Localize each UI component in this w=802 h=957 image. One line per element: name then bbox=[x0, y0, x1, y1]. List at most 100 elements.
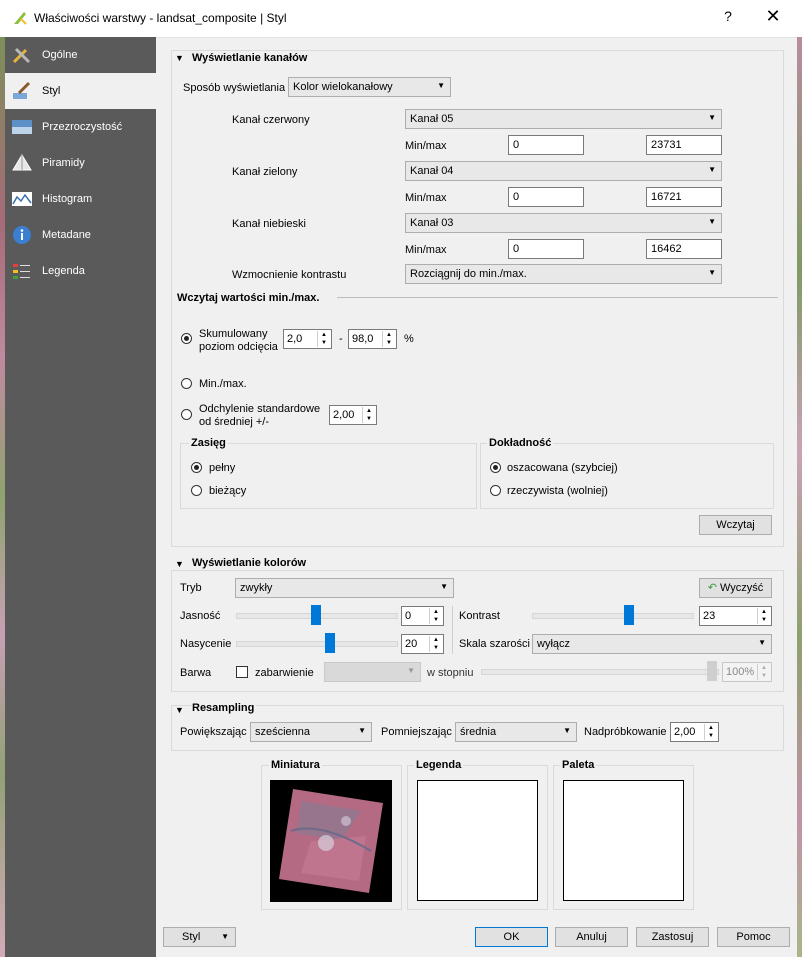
extent-full-label: pełny bbox=[209, 462, 236, 474]
spin-buttons[interactable]: ▲ ▼ bbox=[429, 608, 442, 624]
blend-mode-combo[interactable]: zwykły ▼ bbox=[235, 578, 454, 598]
ok-button[interactable]: OK bbox=[475, 927, 548, 947]
extent-title: Zasięg bbox=[189, 437, 228, 449]
chevron-down-icon: ▼ bbox=[708, 268, 716, 277]
style-menu-button[interactable]: Styl ▼ bbox=[163, 927, 236, 947]
minmax-option-label: Min./max. bbox=[199, 378, 247, 390]
render-type-value: Kolor wielokanałowy bbox=[293, 81, 393, 93]
green-max-input[interactable]: 16721 bbox=[646, 187, 722, 207]
saturation-slider-handle[interactable] bbox=[325, 633, 335, 653]
spin-up-icon: ▲ bbox=[433, 609, 439, 615]
extent-current-radio[interactable] bbox=[191, 485, 202, 496]
help-title-button[interactable]: ? bbox=[718, 8, 738, 24]
spin-buttons[interactable]: ▲ ▼ bbox=[317, 331, 330, 347]
legend-preview bbox=[417, 780, 538, 901]
strength-slider-handle[interactable] bbox=[707, 661, 717, 681]
oversampling-spinbox[interactable]: 2,00 ▲ ▼ bbox=[670, 722, 719, 742]
sidebar-item-label: Piramidy bbox=[42, 157, 85, 169]
stddev-radio[interactable] bbox=[181, 409, 192, 420]
blue-band-combo[interactable]: Kanał 03 ▼ bbox=[405, 213, 722, 233]
help-button[interactable]: Pomoc bbox=[717, 927, 790, 947]
sidebar-item-pyramids[interactable]: Piramidy bbox=[5, 145, 156, 181]
zoomout-combo[interactable]: średnia ▼ bbox=[455, 722, 577, 742]
render-type-combo[interactable]: Kolor wielokanałowy ▼ bbox=[288, 77, 451, 97]
accuracy-estimate-radio[interactable] bbox=[490, 462, 501, 473]
zoomin-combo[interactable]: sześcienna ▼ bbox=[250, 722, 372, 742]
cumulative-cut-radio[interactable] bbox=[181, 333, 192, 344]
spin-buttons[interactable]: ▲ ▼ bbox=[757, 664, 770, 680]
collapse-triangle-icon[interactable]: ▼ bbox=[175, 705, 184, 715]
blue-band-value: Kanał 03 bbox=[410, 217, 454, 229]
stddev-spinbox[interactable]: 2,00 ▲ ▼ bbox=[329, 405, 377, 425]
accuracy-actual-radio[interactable] bbox=[490, 485, 501, 496]
red-max-input[interactable]: 23731 bbox=[646, 135, 722, 155]
cumulative-low-spinbox[interactable]: 2,0 ▲ ▼ bbox=[283, 329, 332, 349]
sidebar-item-general[interactable]: Ogólne bbox=[5, 37, 156, 73]
saturation-slider-track[interactable] bbox=[236, 641, 398, 647]
percent-sign: % bbox=[404, 333, 414, 345]
contrast-enhancement-value: Rozciągnij do min./max. bbox=[410, 268, 527, 280]
spin-down-icon: ▼ bbox=[761, 673, 767, 679]
oversampling-label: Nadpróbkowanie bbox=[584, 726, 667, 738]
zoomin-label: Powiększając bbox=[180, 726, 247, 738]
satellite-thumbnail-icon bbox=[279, 789, 383, 893]
chevron-down-icon: ▼ bbox=[437, 81, 445, 90]
spin-up-icon: ▲ bbox=[433, 637, 439, 643]
colorize-color-button[interactable]: ▼ bbox=[324, 662, 421, 682]
saturation-spinbox[interactable]: 20 ▲ ▼ bbox=[401, 634, 444, 654]
spin-down-icon: ▼ bbox=[433, 617, 439, 623]
spin-up-icon: ▲ bbox=[761, 609, 767, 615]
grayscale-combo[interactable]: wyłącz ▼ bbox=[532, 634, 772, 654]
sidebar-item-histogram[interactable]: Histogram bbox=[5, 181, 156, 217]
sidebar-item-transparency[interactable]: Przezroczystość bbox=[5, 109, 156, 145]
title-bar: Właściwości warstwy - landsat_composite … bbox=[0, 0, 802, 38]
red-min-input[interactable]: 0 bbox=[508, 135, 584, 155]
strength-slider-track[interactable] bbox=[481, 669, 719, 675]
spin-up-icon: ▲ bbox=[761, 665, 767, 671]
spin-buttons[interactable]: ▲ ▼ bbox=[757, 608, 770, 624]
accuracy-estimate-label: oszacowana (szybciej) bbox=[507, 462, 618, 474]
reset-button[interactable]: ↶ Wyczyść bbox=[699, 578, 772, 598]
sidebar-item-legend[interactable]: Legenda bbox=[5, 253, 156, 289]
spin-buttons[interactable]: ▲ ▼ bbox=[382, 331, 395, 347]
tools-icon bbox=[12, 47, 31, 64]
accuracy-group bbox=[480, 443, 774, 509]
accuracy-actual-label: rzeczywista (wolniej) bbox=[507, 485, 608, 497]
collapse-triangle-icon[interactable]: ▼ bbox=[175, 53, 184, 63]
blue-max-input[interactable]: 16462 bbox=[646, 239, 722, 259]
sidebar-item-metadata[interactable]: Metadane bbox=[5, 217, 156, 253]
brightness-spinbox[interactable]: 0 ▲ ▼ bbox=[401, 606, 444, 626]
red-band-combo[interactable]: Kanał 05 ▼ bbox=[405, 109, 722, 129]
cumulative-high-value: 98,0 bbox=[352, 333, 374, 345]
contrast-slider-track[interactable] bbox=[532, 613, 694, 619]
extent-full-radio[interactable] bbox=[191, 462, 202, 473]
chevron-down-icon: ▼ bbox=[563, 726, 571, 735]
green-min-input[interactable]: 0 bbox=[508, 187, 584, 207]
stddev-label-1: Odchylenie standardowe bbox=[199, 403, 321, 415]
spin-down-icon: ▼ bbox=[386, 340, 392, 346]
sidebar-item-style[interactable]: Styl bbox=[5, 73, 156, 109]
spin-buttons[interactable]: ▲ ▼ bbox=[362, 407, 375, 423]
minmax-radio[interactable] bbox=[181, 378, 192, 389]
colorize-checkbox[interactable] bbox=[236, 666, 248, 678]
red-max-value: 23731 bbox=[651, 139, 682, 151]
cancel-button[interactable]: Anuluj bbox=[555, 927, 628, 947]
spin-buttons[interactable]: ▲ ▼ bbox=[704, 724, 717, 740]
apply-button[interactable]: Zastosuj bbox=[636, 927, 709, 947]
strength-spinbox[interactable]: 100% ▲ ▼ bbox=[722, 662, 772, 682]
spin-down-icon: ▼ bbox=[708, 733, 714, 739]
green-band-combo[interactable]: Kanał 04 ▼ bbox=[405, 161, 722, 181]
brightness-label: Jasność bbox=[180, 610, 221, 622]
contrast-spinbox[interactable]: 23 ▲ ▼ bbox=[699, 606, 772, 626]
blue-min-input[interactable]: 0 bbox=[508, 239, 584, 259]
contrast-enhancement-label: Wzmocnienie kontrastu bbox=[232, 269, 347, 281]
map-background-right bbox=[797, 37, 802, 957]
spin-buttons[interactable]: ▲ ▼ bbox=[429, 636, 442, 652]
load-button[interactable]: Wczytaj bbox=[699, 515, 772, 535]
contrast-slider-handle[interactable] bbox=[624, 605, 634, 625]
close-window-button[interactable]: ✕ bbox=[761, 6, 785, 27]
contrast-enhancement-combo[interactable]: Rozciągnij do min./max. ▼ bbox=[405, 264, 722, 284]
brightness-slider-handle[interactable] bbox=[311, 605, 321, 625]
collapse-triangle-icon[interactable]: ▼ bbox=[175, 559, 184, 569]
cumulative-high-spinbox[interactable]: 98,0 ▲ ▼ bbox=[348, 329, 397, 349]
